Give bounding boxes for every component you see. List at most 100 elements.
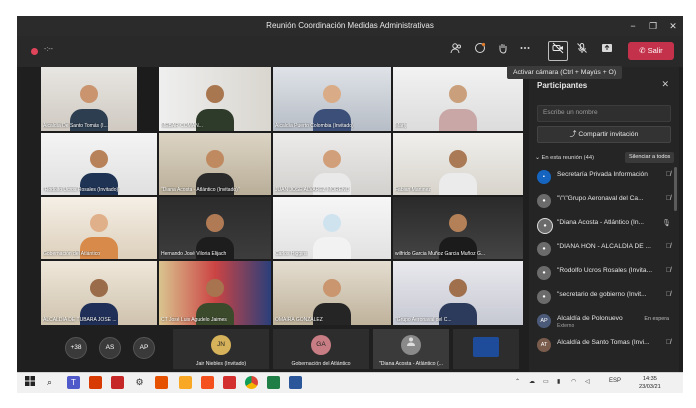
mic-off-icon: 🎙̸	[665, 243, 671, 250]
participant-row[interactable]: ▪ Secretaría Privada Información 🎙̸	[535, 167, 675, 187]
avatar[interactable]: AP	[133, 337, 155, 359]
participant-row[interactable]: ● "Diana Acosta - Atlántico (In... 🎙	[535, 215, 675, 235]
excel-icon[interactable]	[267, 376, 280, 389]
app-orange-icon[interactable]	[155, 376, 168, 389]
avatar[interactable]: AS	[99, 337, 121, 359]
share-icon: ⤴	[569, 131, 579, 138]
video-tile[interactable]: Fabian Martinez	[393, 133, 523, 195]
mini-tile[interactable]	[453, 329, 519, 369]
volume-icon[interactable]: ◁	[585, 378, 590, 385]
tile-caption: Carlos Higgins	[275, 251, 308, 257]
chrome-icon[interactable]	[245, 376, 258, 389]
video-tile[interactable]: MEBAR COMAN...	[159, 67, 271, 131]
mic-icon: 🎙	[662, 220, 671, 227]
paint-icon[interactable]	[179, 376, 192, 389]
video-tile[interactable]: Marly	[393, 67, 523, 131]
display-icon[interactable]: ▭	[543, 378, 549, 385]
more-icon[interactable]	[516, 42, 534, 60]
participant-row[interactable]: AT Alcaldía de Santo Tomas (Invi... 🎙̸	[535, 335, 675, 355]
video-tile[interactable]: OMAIRA GONZALEZ	[273, 261, 391, 325]
taskbar: ⌕ T ⚙ ⌃ ☁ ▭ ▮ ◠ ◁ ESP 14:35 23/03/21	[17, 372, 683, 393]
mini-tile[interactable]: JN Jair Niebles (Invitado)	[173, 329, 269, 369]
mic-off-icon: 🎙̸	[665, 267, 671, 274]
video-tile[interactable]: Gobernación del Atlántico	[41, 197, 157, 259]
participant-name: Secretaría Privada Información	[557, 171, 648, 178]
video-tile[interactable]: JUAN JOSE ALVAREZ MORENO	[273, 133, 391, 195]
clock[interactable]: 14:35 23/03/21	[639, 375, 661, 391]
tile-caption: ALCALDIA DE TUBARA JOSE ...	[43, 317, 117, 323]
avatar: ▪	[537, 170, 551, 184]
participant-name: "Diana Acosta - Atlántico (In...	[557, 219, 645, 226]
panel-title: Participantes	[537, 81, 588, 90]
participant-row[interactable]: ● "secretario de gobierno (Invit... 🎙̸	[535, 287, 675, 307]
video-tile[interactable]: Alcaldía Puerto Colombia (Invitado)	[273, 67, 391, 131]
panel-scrollbar[interactable]	[674, 167, 677, 211]
settings-icon[interactable]: ⚙	[133, 376, 146, 389]
mic-off-icon[interactable]	[573, 42, 591, 60]
video-tile[interactable]: Hernando José Viloria Elijach	[159, 197, 271, 259]
maximize-icon[interactable]: ❐	[643, 16, 663, 36]
app-red-icon[interactable]	[111, 376, 124, 389]
avatar: AP	[537, 314, 551, 328]
mini-tile-label: "Diana Acosta - Atlántico (...	[378, 361, 444, 367]
tile-caption: JUAN JOSE ALVAREZ MORENO	[275, 187, 350, 193]
video-tile[interactable]: ALCALDIA DE TUBARA JOSE ...	[41, 261, 157, 325]
onedrive-icon[interactable]: ☁	[529, 378, 535, 385]
minimize-icon[interactable]: −	[623, 16, 643, 36]
logo-image	[473, 337, 499, 357]
tile-caption: "Diana Acosta - Atlántico (Invitado)"	[161, 187, 240, 193]
clock-time: 14:35	[642, 376, 657, 382]
language-indicator[interactable]: ESP	[609, 378, 621, 384]
participant-row[interactable]: ● "Rodolfo Ucros Rosales (Invita... 🎙̸	[535, 263, 675, 283]
word2-icon[interactable]	[289, 376, 302, 389]
mute-all-button[interactable]: Silenciar a todos	[625, 152, 675, 163]
participant-name: "\"\"Grupo Aeronaval del Ca...	[557, 195, 644, 202]
video-tile[interactable]: Alcaldía De Santo Tomás (I...	[41, 67, 137, 131]
mini-tile-label: Jair Niebles (Invitado)	[195, 361, 247, 367]
participant-row[interactable]: ● "\"\"Grupo Aeronaval del Ca... 🎙̸	[535, 191, 675, 211]
participant-row[interactable]: ● "DIANA HON - ALCALDÍA DE ... 🎙̸	[535, 239, 675, 259]
teams-icon[interactable]: T	[67, 376, 80, 389]
battery-icon[interactable]: ▮	[557, 378, 560, 385]
video-tile[interactable]: wilfrido Garcia Muñoz Garcia Muñoz G...	[393, 197, 523, 259]
camera-off-icon[interactable]	[548, 41, 568, 61]
avatar: AT	[537, 338, 551, 352]
avatar: GA	[311, 335, 331, 355]
wifi-icon[interactable]: ◠	[571, 378, 576, 385]
reaction-icon[interactable]	[471, 42, 489, 60]
section-header[interactable]: ⌄ En esta reunión (44)	[535, 155, 594, 161]
word-icon[interactable]	[201, 376, 214, 389]
video-tile[interactable]: CT José Luis Agudelo Jaimes	[159, 261, 271, 325]
participant-name: "DIANA HON - ALCALDÍA DE ...	[557, 243, 651, 250]
people-icon[interactable]	[447, 42, 465, 60]
office-icon[interactable]	[89, 376, 102, 389]
mini-tile[interactable]: "Diana Acosta - Atlántico (...	[373, 329, 449, 369]
recording-dot-icon	[31, 48, 38, 55]
share-invite-button[interactable]: ⤴ Compartir invitación	[537, 126, 671, 143]
pdf-icon[interactable]	[223, 376, 236, 389]
windows-icon[interactable]	[23, 376, 36, 389]
search-icon[interactable]: ⌕	[43, 376, 56, 389]
video-tile[interactable]: "Diana Acosta - Atlántico (Invitado)"	[159, 133, 271, 195]
mini-tile[interactable]: GA Gobernación del Atlántico	[273, 329, 369, 369]
participant-name: "Rodolfo Ucros Rosales (Invita...	[557, 267, 653, 274]
participant-search-input[interactable]: Escribe un nombre	[537, 105, 671, 122]
close-panel-icon[interactable]: ✕	[661, 79, 669, 90]
clock-date: 23/03/21	[639, 384, 661, 390]
video-tile[interactable]: "Grupo Aeronaval del C...	[393, 261, 523, 325]
video-tile[interactable]: "Rodolfo Ucros Rosales (Invitado)"	[41, 133, 157, 195]
raise-hand-icon[interactable]	[494, 42, 512, 60]
participant-name: Alcaldía de Santo Tomas (Invi...	[557, 339, 650, 346]
close-icon[interactable]: ✕	[663, 16, 683, 36]
share-tray-icon[interactable]	[598, 42, 616, 60]
chevron-up-icon[interactable]: ⌃	[515, 378, 520, 385]
participant-row[interactable]: AP Alcaldía de Polonuevo Externo En espe…	[535, 311, 675, 331]
overflow-count[interactable]: +38	[65, 337, 87, 359]
app-window: Reunión Coordinación Medidas Administrat…	[17, 16, 683, 392]
tile-caption: Alcaldía Puerto Colombia (Invitado)	[275, 123, 354, 129]
camera-tooltip: Activar cámara (Ctrl + Mayús + O)	[507, 66, 623, 79]
video-tile[interactable]: Carlos Higgins	[273, 197, 391, 259]
leave-button[interactable]: ✆ Salir	[628, 42, 674, 60]
participant-strip: +38 AS AP JN Jair Niebles (Invitado) GA …	[41, 327, 523, 371]
participants-panel: Participantes ✕ Escribe un nombre ⤴ Comp…	[529, 67, 679, 372]
